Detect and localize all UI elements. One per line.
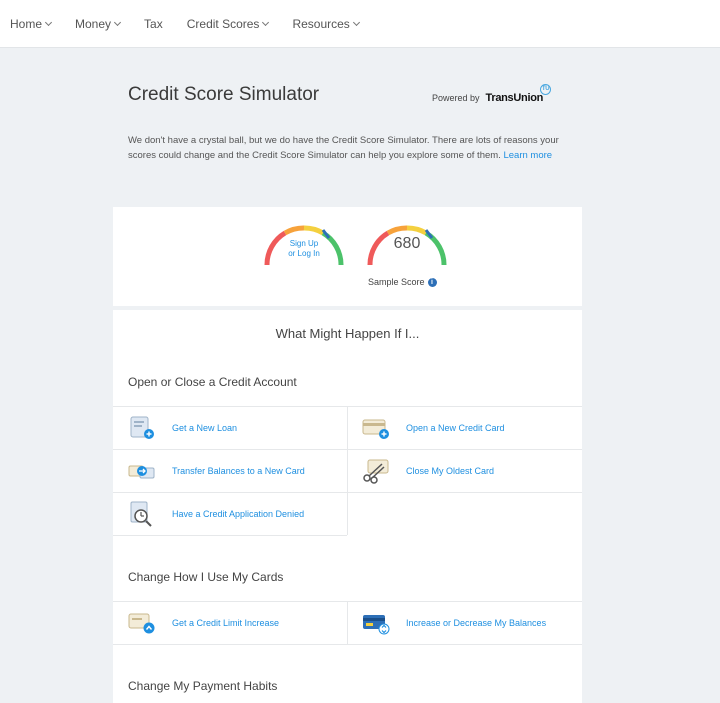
nav-resources-label: Resources [292,16,350,31]
section-title-payment-habits: Change My Payment Habits [128,679,278,693]
option-label: Open a New Credit Card [406,423,505,433]
transfer-balance-icon [128,465,155,479]
simulator-card: What Might Happen If I... Open or Close … [113,310,582,703]
chevron-down-icon [44,18,53,26]
sample-score-gauge: 680 [364,221,450,271]
nav-resources[interactable]: Resources [292,16,360,31]
login-line: or Log In [288,249,320,258]
option-application-denied[interactable]: Have a Credit Application Denied [128,493,304,535]
option-change-balances[interactable]: Increase or Decrease My Balances [362,602,546,644]
learn-more-link[interactable]: Learn more [503,150,552,161]
score-card: Sign Up or Log In 680 [113,207,582,306]
chevron-down-icon [262,18,270,26]
divider [113,644,582,645]
sample-score-caption: Sample Score i [368,277,437,287]
option-credit-limit-increase[interactable]: Get a Credit Limit Increase [128,602,279,644]
signup-login-link[interactable]: Sign Up or Log In [261,239,347,259]
divider [113,535,347,536]
option-label: Have a Credit Application Denied [172,509,305,519]
sample-score-label: Sample Score [368,277,425,287]
section-title-open-close: Open or Close a Credit Account [128,375,297,389]
option-label: Transfer Balances to a New Card [172,466,305,476]
chevron-down-icon [352,18,360,26]
nav-home[interactable]: Home [10,16,53,31]
divider [347,601,348,644]
nav-home-label: Home [10,16,43,31]
option-label: Get a New Loan [172,423,238,433]
intro-text: We don't have a crystal ball, but we do … [128,134,574,163]
signup-line: Sign Up [289,239,319,248]
powered-by: Powered by TransUnion TU [432,84,552,104]
transunion-badge-icon: TU [540,84,552,95]
option-label: Close My Oldest Card [406,466,495,476]
option-get-new-loan[interactable]: Get a New Loan [128,407,237,449]
nav-tax[interactable]: Tax [144,17,163,31]
transunion-logo: TransUnion TU [485,84,552,104]
nav-tax-label: Tax [144,16,163,31]
balance-change-icon [363,615,390,635]
signup-gauge[interactable]: Sign Up or Log In [261,221,347,271]
simulator-heading: What Might Happen If I... [275,326,420,341]
divider [347,406,348,535]
option-label: Get a Credit Limit Increase [172,618,280,628]
sample-score-value: 680 [393,235,421,252]
cut-card-icon [363,459,389,484]
option-open-credit-card[interactable]: Open a New Credit Card [362,407,505,449]
nav-credit-scores[interactable]: Credit Scores [186,16,270,31]
info-icon[interactable]: i [427,277,437,287]
option-transfer-balances[interactable]: Transfer Balances to a New Card [128,450,305,492]
powered-by-label: Powered by [432,93,480,103]
section-title-use-cards: Change How I Use My Cards [128,570,284,584]
loan-document-icon [130,416,154,439]
nav-money[interactable]: Money [75,16,122,31]
intro-body: We don't have a crystal ball, but we do … [128,135,559,161]
option-close-oldest-card[interactable]: Close My Oldest Card [362,450,494,492]
nav-money-label: Money [75,16,112,31]
new-credit-card-icon [362,419,389,439]
nav-credit-scores-label: Credit Scores [186,16,260,31]
top-navigation: Home Money Tax Credit Scores Resources [0,0,720,48]
option-label: Increase or Decrease My Balances [406,618,547,628]
denied-application-icon [130,501,152,527]
transunion-logo-text: TransUnion [485,92,544,104]
chevron-down-icon [114,18,122,26]
limit-increase-icon [128,613,155,634]
